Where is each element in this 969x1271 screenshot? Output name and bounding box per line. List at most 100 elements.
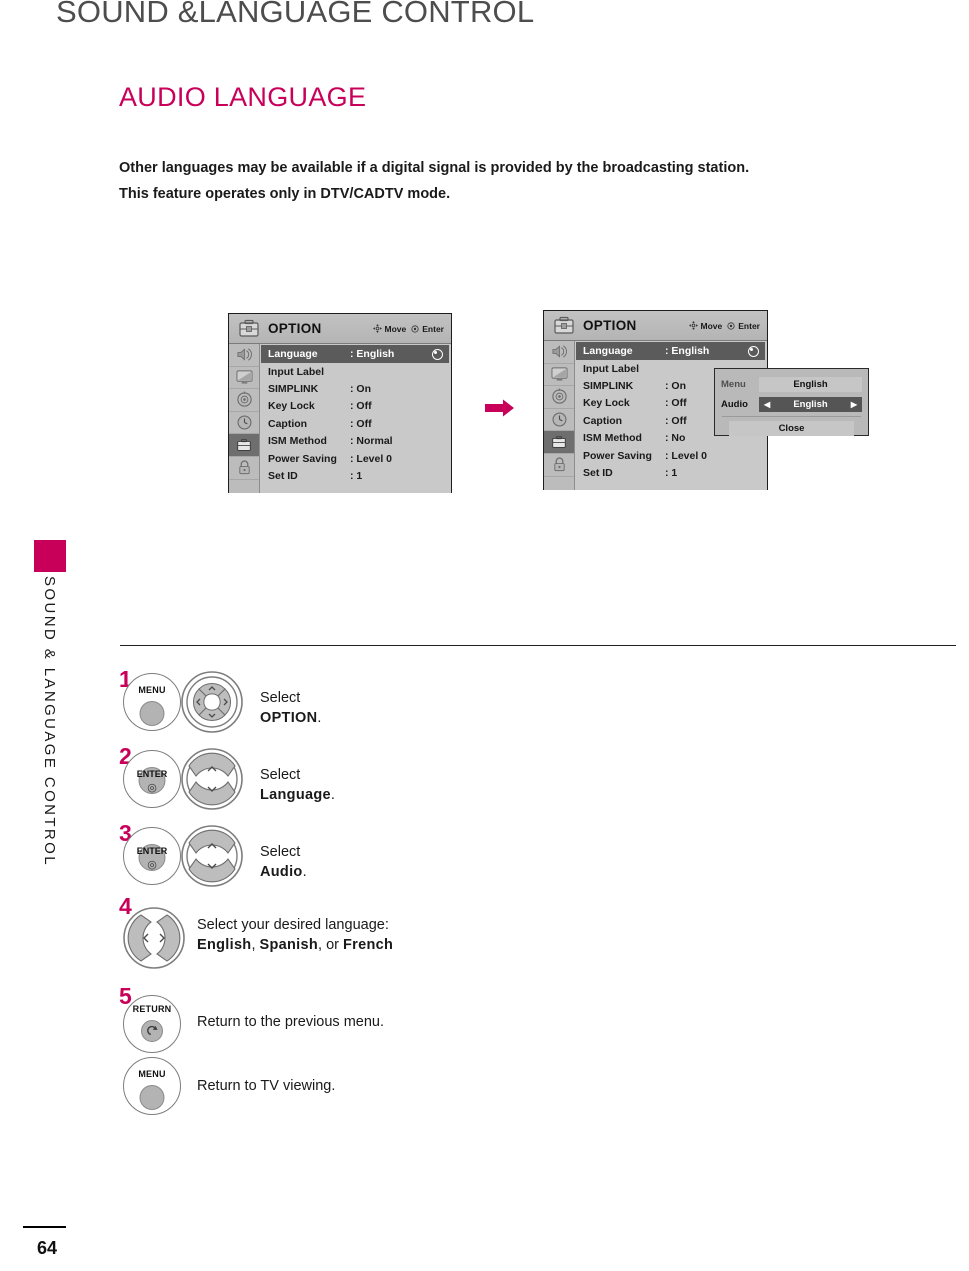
step-4-text-line2: English, Spanish, or French (197, 935, 447, 955)
rail-item-time-1[interactable] (229, 412, 259, 435)
intro-line-2: This feature operates only in DTV/CADTV … (119, 186, 451, 202)
osd-row-enter-bullet-icon (748, 345, 759, 357)
rail-item-lock-1[interactable] (229, 457, 259, 480)
rail-item-lock-2[interactable] (544, 454, 574, 477)
step-2-text: Select Language. (260, 765, 335, 805)
osd-row-value: : Level 0 (350, 452, 393, 465)
page-number: 64 (37, 1238, 58, 1258)
popup-audio-value: English (793, 398, 828, 410)
enter-button-3-label: ENTER (136, 846, 168, 856)
popup-audio-label: Audio (721, 398, 748, 410)
time-clock-icon (552, 412, 566, 427)
rail-item-picture-2[interactable] (544, 364, 574, 387)
page-header: SOUND &LANGUAGE CONTROL (56, 0, 535, 29)
step-4-sep-2: , or (318, 937, 344, 953)
osd-row-label: Key Lock (583, 397, 630, 410)
time-clock-icon (237, 415, 251, 430)
step-1-text-key: OPTION (260, 710, 318, 726)
section-divider (120, 645, 956, 646)
osd-row-power-saving[interactable]: Power Saving: Level 0 (575, 447, 767, 464)
enter-button-2[interactable]: ENTER ◎ (123, 750, 181, 808)
rail-item-audio-2[interactable] (544, 341, 574, 364)
popup-row-audio: Audio ◀ English ▶ (721, 395, 862, 413)
osd-hints-1: Move Enter (372, 324, 444, 334)
osd-row-language[interactable]: Language: English (261, 345, 449, 363)
osd-row-input-label[interactable]: Input Label (260, 363, 451, 380)
step-4-sep-1: , (251, 937, 260, 953)
osd-row-label: Power Saving (583, 449, 652, 462)
osd-row-power-saving[interactable]: Power Saving : Level 0 (260, 450, 451, 467)
step-4-text-line1: Select your desired language: (197, 917, 389, 933)
dpad-updown-2[interactable] (181, 748, 243, 810)
chevron-left-icon[interactable]: ◀ (764, 400, 770, 409)
step-1-text-post: . (317, 710, 322, 726)
rail-item-setup-2[interactable] (544, 386, 574, 409)
osd-row-label: ISM Method (268, 435, 327, 448)
osd-row-label: Power Saving (268, 452, 337, 465)
hint-enter-label-2: Enter (738, 320, 760, 331)
page-title: AUDIO LANGUAGE (119, 82, 367, 112)
rail-item-picture-1[interactable] (229, 367, 259, 390)
osd-item-list-1: Language: English Input Label SIMPLINK: On… (260, 344, 451, 493)
popup-divider (722, 416, 861, 417)
picture-tv-icon (551, 367, 567, 381)
option-briefcase-icon (549, 315, 579, 337)
step-3-text-post: . (302, 864, 307, 880)
intro-line-1: Other languages may be available if a di… (119, 160, 750, 176)
osd-row-key-lock[interactable]: Key Lock: Off (260, 398, 451, 415)
osd-row-value: : English (350, 348, 395, 360)
step-1-text-pre: Select (260, 690, 301, 706)
osd-row-ism-method[interactable]: ISM Method : Normal (260, 433, 451, 450)
step-1-text: Select OPTION. (260, 688, 321, 728)
enter-ring-icon (727, 321, 735, 330)
side-tab-marker (34, 540, 66, 572)
chevron-right-icon[interactable]: ▶ (851, 400, 857, 409)
osd-row-value: : Off (350, 417, 372, 430)
rail-item-setup-1[interactable] (229, 389, 259, 412)
dpad-leftright-4[interactable] (123, 907, 185, 969)
step-3-text: Select Audio. (260, 842, 307, 882)
hint-move-1: Move (372, 324, 406, 334)
osd-title-2: OPTION (583, 318, 637, 333)
osd-header-2: OPTION Move Enter (544, 311, 767, 341)
osd-row-label: Caption (583, 414, 623, 427)
enter-button-2-label: ENTER (136, 769, 168, 779)
return-button-5[interactable]: RETURN (123, 995, 181, 1053)
osd-row-value: : On (350, 383, 371, 396)
hint-enter-1: Enter (411, 324, 444, 334)
osd-option-menu-1: OPTION Move Enter Language: English Inp… (228, 313, 452, 493)
menu-button-1[interactable]: MENU (123, 673, 181, 731)
osd-row-set-id[interactable]: Set ID: 1 (260, 467, 451, 484)
dpad-4way-1[interactable] (181, 671, 243, 733)
popup-audio-value-selector[interactable]: ◀ English ▶ (759, 396, 862, 412)
osd-row-simplink[interactable]: SIMPLINK: On (260, 380, 451, 397)
audio-icon (236, 348, 252, 361)
menu-button-6-dot (139, 1085, 165, 1110)
osd-row-value: : 1 (665, 467, 678, 480)
lock-icon (553, 457, 565, 472)
osd-row-set-id[interactable]: Set ID: 1 (575, 464, 767, 481)
popup-close-button[interactable]: Close (729, 421, 854, 436)
osd-row-caption[interactable]: Caption: Off (260, 415, 451, 432)
enter-ring-icon: ◎ (147, 782, 157, 794)
osd-row-value: : Normal (350, 435, 393, 448)
option-briefcase-icon (237, 438, 251, 451)
dpad-updown-3[interactable] (181, 825, 243, 887)
step-4-option-english: English (197, 937, 252, 953)
osd-row-label: Language (583, 345, 633, 357)
osd-row-language[interactable]: Language: English (576, 342, 765, 360)
option-briefcase-icon (234, 318, 264, 340)
menu-button-6[interactable]: MENU (123, 1057, 181, 1115)
rail-item-time-2[interactable] (544, 409, 574, 432)
osd-row-value: : Off (350, 400, 372, 413)
popup-menu-value[interactable]: English (759, 376, 862, 392)
enter-button-3[interactable]: ENTER ◎ (123, 827, 181, 885)
step-6-text: Return to TV viewing. (197, 1078, 336, 1094)
option-briefcase-icon (552, 435, 566, 448)
osd-row-label: Input Label (268, 365, 324, 378)
side-tab-label: SOUND & LANGUAGE CONTROL (41, 576, 58, 867)
rail-item-option-1[interactable] (229, 434, 259, 457)
rail-item-option-2[interactable] (544, 431, 574, 454)
return-arrow-icon (141, 1020, 163, 1042)
rail-item-audio-1[interactable] (229, 344, 259, 367)
